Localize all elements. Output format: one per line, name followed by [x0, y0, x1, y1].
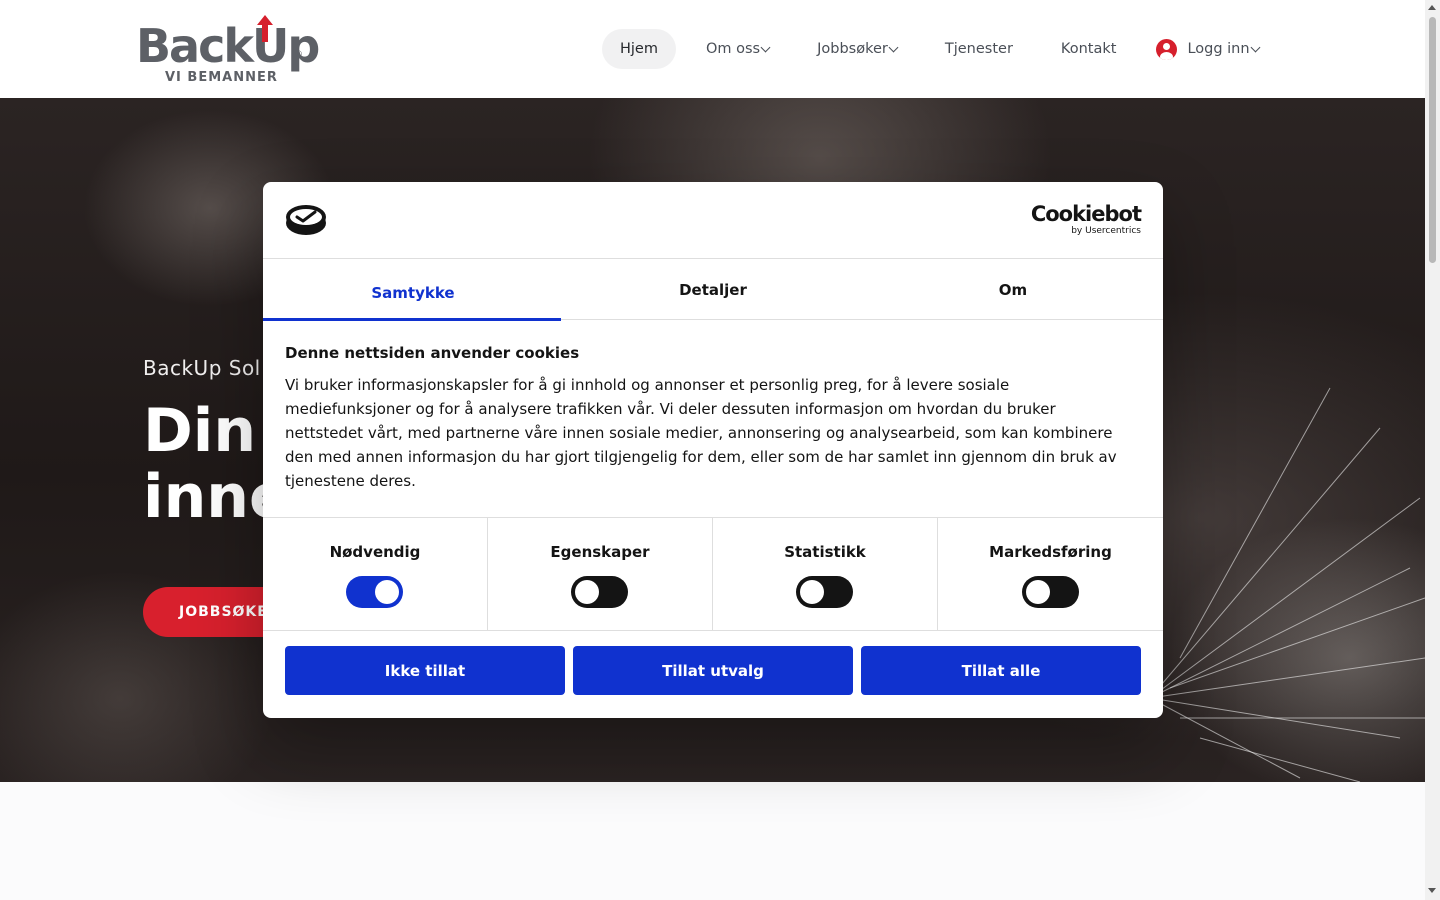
deny-button[interactable]: Ikke tillat: [285, 646, 565, 695]
toggle-knob: [1026, 580, 1050, 604]
chevron-down-icon: [1250, 42, 1261, 52]
consent-category-label: Statistikk: [784, 543, 866, 561]
nav-item-hjem[interactable]: Hjem: [602, 29, 676, 69]
dialog-actions: Ikke tillat Tillat utvalg Tillat alle: [285, 646, 1141, 695]
hero-kicker: BackUp Sol: [143, 356, 261, 380]
consent-category-egenskaper: Egenskaper: [488, 518, 713, 630]
logo-registered-mark: ®: [294, 50, 303, 60]
nav-item-label: Tjenester: [944, 41, 1013, 57]
cookiebot-brand-by: by Usercentrics: [1071, 226, 1141, 236]
chevron-down-icon: [888, 42, 899, 52]
site-header: BackUp ® VI BEMANNER Hjem Om oss Jobbsøk…: [0, 0, 1425, 98]
cookiebot-brand[interactable]: Cookiebot by Usercentrics: [1030, 202, 1142, 237]
consent-category-nodvendig: Nødvendig: [263, 518, 488, 630]
nav-item-label: Om oss: [705, 41, 761, 57]
egenskaper-toggle[interactable]: [571, 576, 628, 608]
logo-arrow-icon: [257, 15, 273, 42]
scroll-up-arrow-icon[interactable]: [1428, 5, 1436, 10]
logo-wordmark: BackUp: [136, 19, 320, 73]
nav-item-label: Kontakt: [1060, 41, 1117, 57]
nav-login[interactable]: Logg inn: [1138, 29, 1276, 69]
page-scrollbar[interactable]: [1425, 0, 1440, 900]
toggle-knob: [375, 580, 399, 604]
nav-item-label: Hjem: [620, 41, 658, 57]
main-nav: Hjem Om oss Jobbsøker Tjenester Kontakt …: [602, 29, 1277, 69]
tab-samtykke[interactable]: Samtykke: [263, 259, 563, 321]
consent-categories: Nødvendig Egenskaper Statistikk Markedsf…: [263, 517, 1163, 631]
backup-logo[interactable]: BackUp ® VI BEMANNER: [136, 14, 320, 88]
nav-item-label: Jobbsøker: [817, 41, 888, 57]
cookiebot-brand-name: Cookiebot: [1030, 202, 1142, 226]
statistikk-toggle[interactable]: [796, 576, 853, 608]
cookie-consent-dialog: Cookiebot by Usercentrics Samtykke Detal…: [263, 182, 1163, 718]
dialog-tabs: Samtykke Detaljer Om: [263, 259, 1163, 321]
scroll-down-arrow-icon[interactable]: [1428, 888, 1436, 893]
dialog-title: Denne nettsiden anvender cookies: [285, 344, 580, 362]
allow-all-button[interactable]: Tillat alle: [861, 646, 1141, 695]
chevron-down-icon: [760, 42, 771, 52]
markedsforing-toggle[interactable]: [1022, 576, 1079, 608]
consent-category-statistikk: Statistikk: [713, 518, 938, 630]
tab-detaljer[interactable]: Detaljer: [563, 259, 863, 320]
consent-category-label: Nødvendig: [329, 543, 421, 561]
nodvendig-toggle[interactable]: [346, 576, 403, 608]
consent-category-markedsforing: Markedsføring: [938, 518, 1163, 630]
user-circle-icon: [1156, 38, 1178, 60]
nav-item-kontakt[interactable]: Kontakt: [1043, 29, 1135, 69]
logo-tagline: VI BEMANNER: [165, 70, 278, 85]
dialog-body-text: Vi bruker informasjonskapsler for å gi i…: [285, 376, 1117, 490]
scrollbar-thumb[interactable]: [1429, 17, 1436, 263]
dialog-header: Cookiebot by Usercentrics: [263, 182, 1163, 259]
toggle-knob: [800, 580, 824, 604]
allow-selection-button[interactable]: Tillat utvalg: [573, 646, 853, 695]
login-label: Logg inn: [1187, 41, 1250, 57]
cookiebot-logo-icon: [286, 205, 326, 235]
toggle-knob: [575, 580, 599, 604]
nav-item-om-oss[interactable]: Om oss: [688, 29, 787, 69]
consent-category-label: Egenskaper: [550, 543, 650, 561]
nav-item-jobbsoker[interactable]: Jobbsøker: [799, 29, 915, 69]
nav-item-tjenester[interactable]: Tjenester: [927, 29, 1031, 69]
consent-category-label: Markedsføring: [989, 543, 1112, 561]
tab-om[interactable]: Om: [863, 259, 1163, 320]
